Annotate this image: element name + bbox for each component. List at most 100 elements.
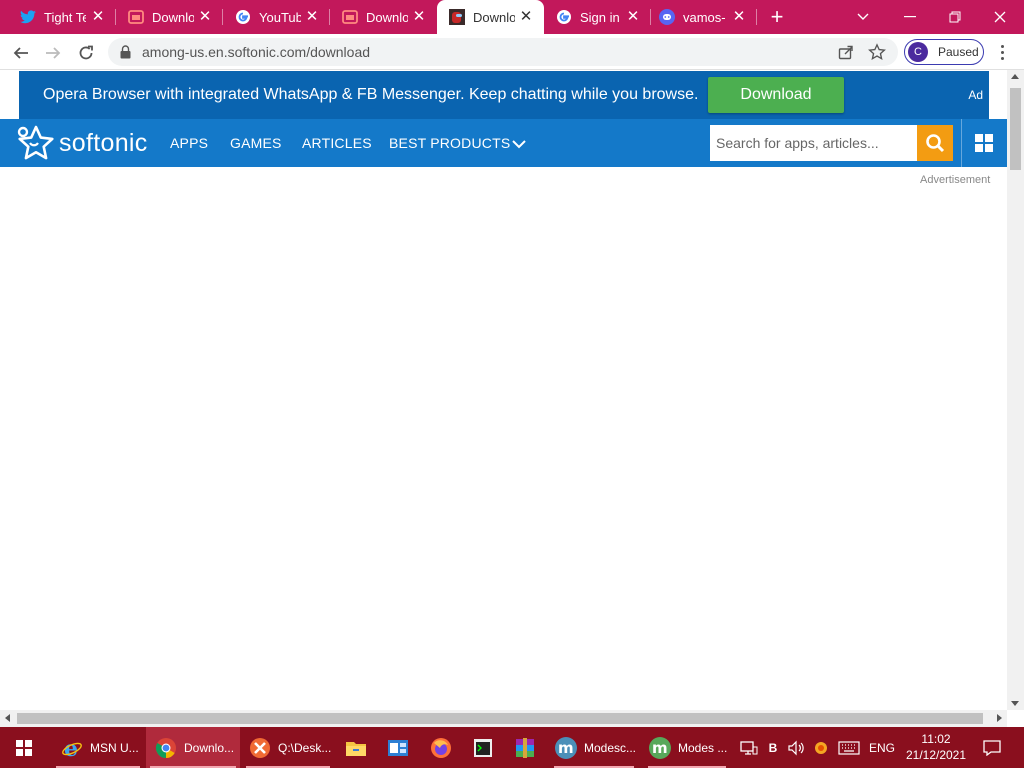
taskbar-app-firefox[interactable] <box>425 727 457 768</box>
reload-button[interactable] <box>73 40 99 66</box>
search-icon <box>926 134 945 153</box>
site-search <box>710 125 918 161</box>
taskbar-app-winrar[interactable] <box>509 727 541 768</box>
new-tab-button[interactable]: + <box>764 0 790 34</box>
search-button[interactable] <box>917 125 953 161</box>
taskbar-app-file-explorer[interactable] <box>340 727 372 768</box>
taskbar-app-terminal[interactable] <box>467 727 499 768</box>
softonic-logo[interactable]: softonic <box>17 125 148 161</box>
start-button[interactable] <box>0 727 48 768</box>
scroll-left-icon[interactable] <box>5 714 10 722</box>
volume-icon[interactable] <box>786 727 808 768</box>
outlook-icon <box>386 736 410 760</box>
tab-title: Downlo <box>473 9 515 25</box>
avatar: C <box>908 42 928 62</box>
softonic-star-icon <box>17 125 54 160</box>
clock-date: 21/12/2021 <box>905 748 967 762</box>
nav-apps[interactable]: APPS <box>170 135 208 151</box>
taskbar-app-xampp[interactable]: Q:\Desk... <box>242 727 334 768</box>
opera-ad-banner[interactable]: Opera Browser with integrated WhatsApp &… <box>19 71 989 119</box>
chevron-down-icon <box>857 13 869 20</box>
ad-download-button[interactable]: Download <box>708 77 844 113</box>
url-text: among-us.en.softonic.com/download <box>142 44 371 60</box>
tab-softonic-download-1[interactable]: Downlo ✕ <box>116 0 223 34</box>
forward-button[interactable] <box>40 40 66 66</box>
twitter-icon <box>20 9 36 25</box>
windows-taskbar: e MSN U... Downlo... Q:\Desk... m Modesc… <box>0 727 1024 768</box>
notification-button[interactable] <box>978 727 1006 768</box>
scroll-right-icon[interactable] <box>997 714 1002 722</box>
page-content: Opera Browser with integrated WhatsApp &… <box>0 70 1007 710</box>
nav-best-products[interactable]: BEST PRODUCTS <box>389 135 510 151</box>
tab-discord[interactable]: vamos- ✕ <box>651 0 757 34</box>
scrollbar-thumb[interactable] <box>17 713 983 724</box>
taskbar-app-modescore-1[interactable]: m Modesc... <box>550 727 638 768</box>
profile-button[interactable]: C Paused <box>904 39 984 65</box>
browser-toolbar: among-us.en.softonic.com/download <box>0 34 1024 70</box>
vertical-scrollbar[interactable] <box>1007 70 1024 710</box>
tray-app-icon[interactable] <box>810 727 832 768</box>
tab-search-button[interactable] <box>850 0 876 34</box>
tab-close-icon[interactable]: ✕ <box>731 9 747 25</box>
tab-close-icon[interactable]: ✕ <box>518 9 534 25</box>
tab-separator <box>756 9 757 25</box>
lock-icon <box>120 45 131 64</box>
discord-icon <box>659 9 675 25</box>
tab-sign-in[interactable]: Sign in ✕ <box>544 0 651 34</box>
tab-softonic-download-2[interactable]: Downlo ✕ <box>330 0 437 34</box>
notification-icon <box>983 739 1001 756</box>
modescore-icon: m <box>554 736 578 760</box>
tab-twitter[interactable]: Tight Te ✕ <box>0 0 116 34</box>
browser-menu-button[interactable] <box>994 40 1010 64</box>
tab-title: Downlo <box>152 9 194 25</box>
taskbar-app-chrome[interactable]: Downlo... <box>146 727 240 768</box>
tray-b-indicator[interactable]: B <box>764 727 782 768</box>
ad-message: Opera Browser with integrated WhatsApp &… <box>43 86 699 103</box>
taskbar-app-label: Modesc... <box>584 740 637 755</box>
taskbar-app-msn[interactable]: e MSN U... <box>52 727 144 768</box>
bookmark-star-icon[interactable] <box>868 43 886 66</box>
tab-close-icon[interactable]: ✕ <box>197 9 213 25</box>
tab-close-icon[interactable]: ✕ <box>90 9 106 25</box>
tab-youtube[interactable]: YouTub ✕ <box>223 0 330 34</box>
restore-button[interactable] <box>935 0 975 34</box>
nav-games[interactable]: GAMES <box>230 135 282 151</box>
minimize-button[interactable] <box>890 0 930 34</box>
google-icon <box>556 9 572 25</box>
arrow-right-icon <box>46 47 61 59</box>
tab-close-icon[interactable]: ✕ <box>625 9 641 25</box>
close-window-button[interactable] <box>980 0 1020 34</box>
svg-text:m: m <box>652 739 668 757</box>
google-icon <box>235 9 251 25</box>
language-indicator[interactable]: ENG <box>866 727 898 768</box>
tab-strip: Tight Te ✕ Downlo ✕ YouTub ✕ Downlo ✕ Do… <box>0 0 1024 34</box>
nav-articles[interactable]: ARTICLES <box>302 135 372 151</box>
scrollbar-thumb[interactable] <box>1010 88 1021 170</box>
reload-icon <box>79 45 93 60</box>
tab-title: Sign in <box>580 9 620 25</box>
system-clock[interactable]: 11:02 21/12/2021 <box>900 731 972 763</box>
horizontal-scrollbar[interactable] <box>0 710 1007 727</box>
share-icon[interactable] <box>838 44 854 65</box>
network-icon[interactable] <box>738 727 760 768</box>
tab-among-us-download[interactable]: Downlo ✕ <box>437 0 544 34</box>
scroll-down-icon[interactable] <box>1011 701 1019 706</box>
terminal-icon <box>471 736 495 760</box>
address-bar[interactable]: among-us.en.softonic.com/download <box>108 38 898 66</box>
platform-selector[interactable] <box>961 119 1005 167</box>
restore-icon <box>949 11 961 23</box>
chevron-down-icon[interactable] <box>512 136 526 154</box>
scroll-up-icon[interactable] <box>1011 74 1019 79</box>
tab-close-icon[interactable]: ✕ <box>411 9 427 25</box>
search-input[interactable] <box>710 125 918 161</box>
taskbar-app-modescore-2[interactable]: m Modes ... <box>644 727 730 768</box>
windows-icon <box>974 134 993 152</box>
taskbar-app-label: MSN U... <box>90 740 139 755</box>
keyboard-icon[interactable] <box>836 727 862 768</box>
windows-start-icon <box>16 739 32 756</box>
kebab-menu-icon <box>1000 44 1004 48</box>
internet-explorer-icon: e <box>60 736 84 760</box>
tab-close-icon[interactable]: ✕ <box>304 9 320 25</box>
taskbar-app-outlook[interactable] <box>382 727 414 768</box>
back-button[interactable] <box>8 40 34 66</box>
